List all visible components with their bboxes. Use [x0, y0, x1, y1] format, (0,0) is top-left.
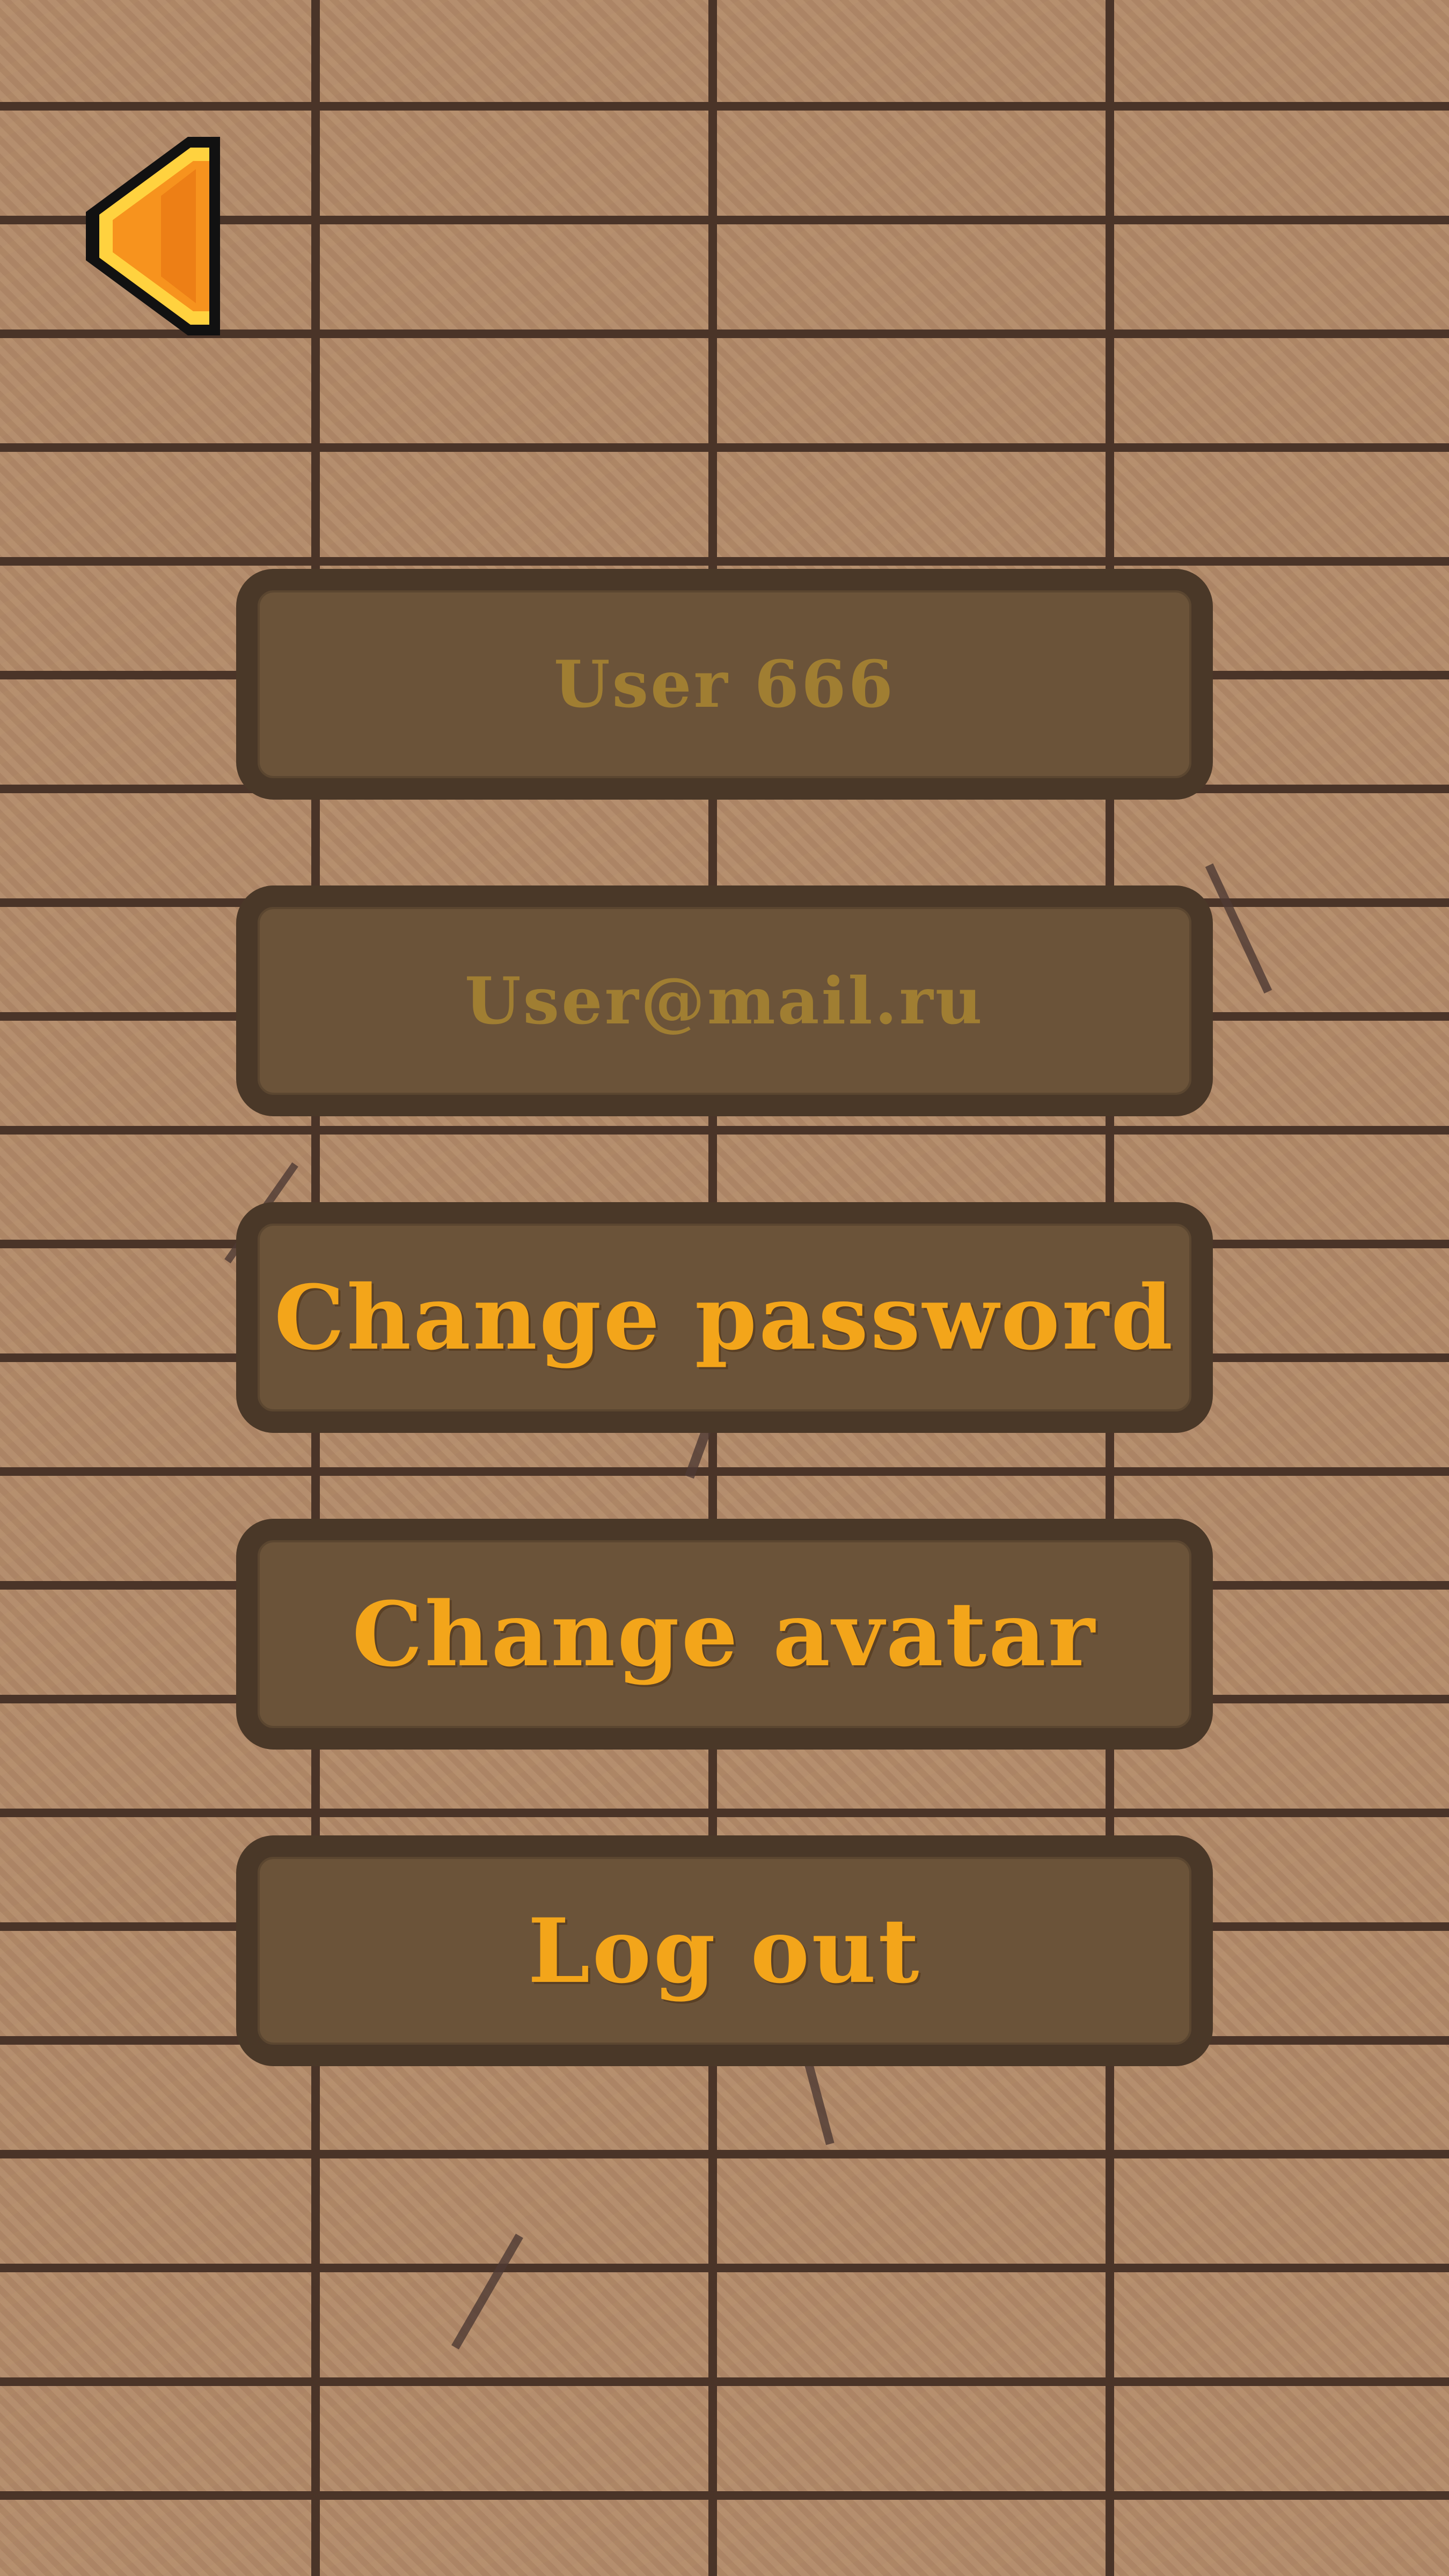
back-button[interactable]	[75, 131, 225, 341]
username-field: User 666	[236, 569, 1213, 800]
change-avatar-button[interactable]: Change avatar	[236, 1519, 1213, 1750]
change-password-button[interactable]: Change password	[236, 1202, 1213, 1433]
username-text: User 666	[553, 646, 896, 722]
log-out-button[interactable]: Log out	[236, 1835, 1213, 2066]
email-field: User@mail.ru	[236, 885, 1213, 1116]
change-avatar-label: Change avatar	[352, 1582, 1097, 1686]
email-text: User@mail.ru	[465, 963, 984, 1039]
log-out-label: Log out	[528, 1899, 921, 2003]
back-arrow-icon	[86, 137, 220, 335]
change-password-label: Change password	[274, 1265, 1175, 1370]
